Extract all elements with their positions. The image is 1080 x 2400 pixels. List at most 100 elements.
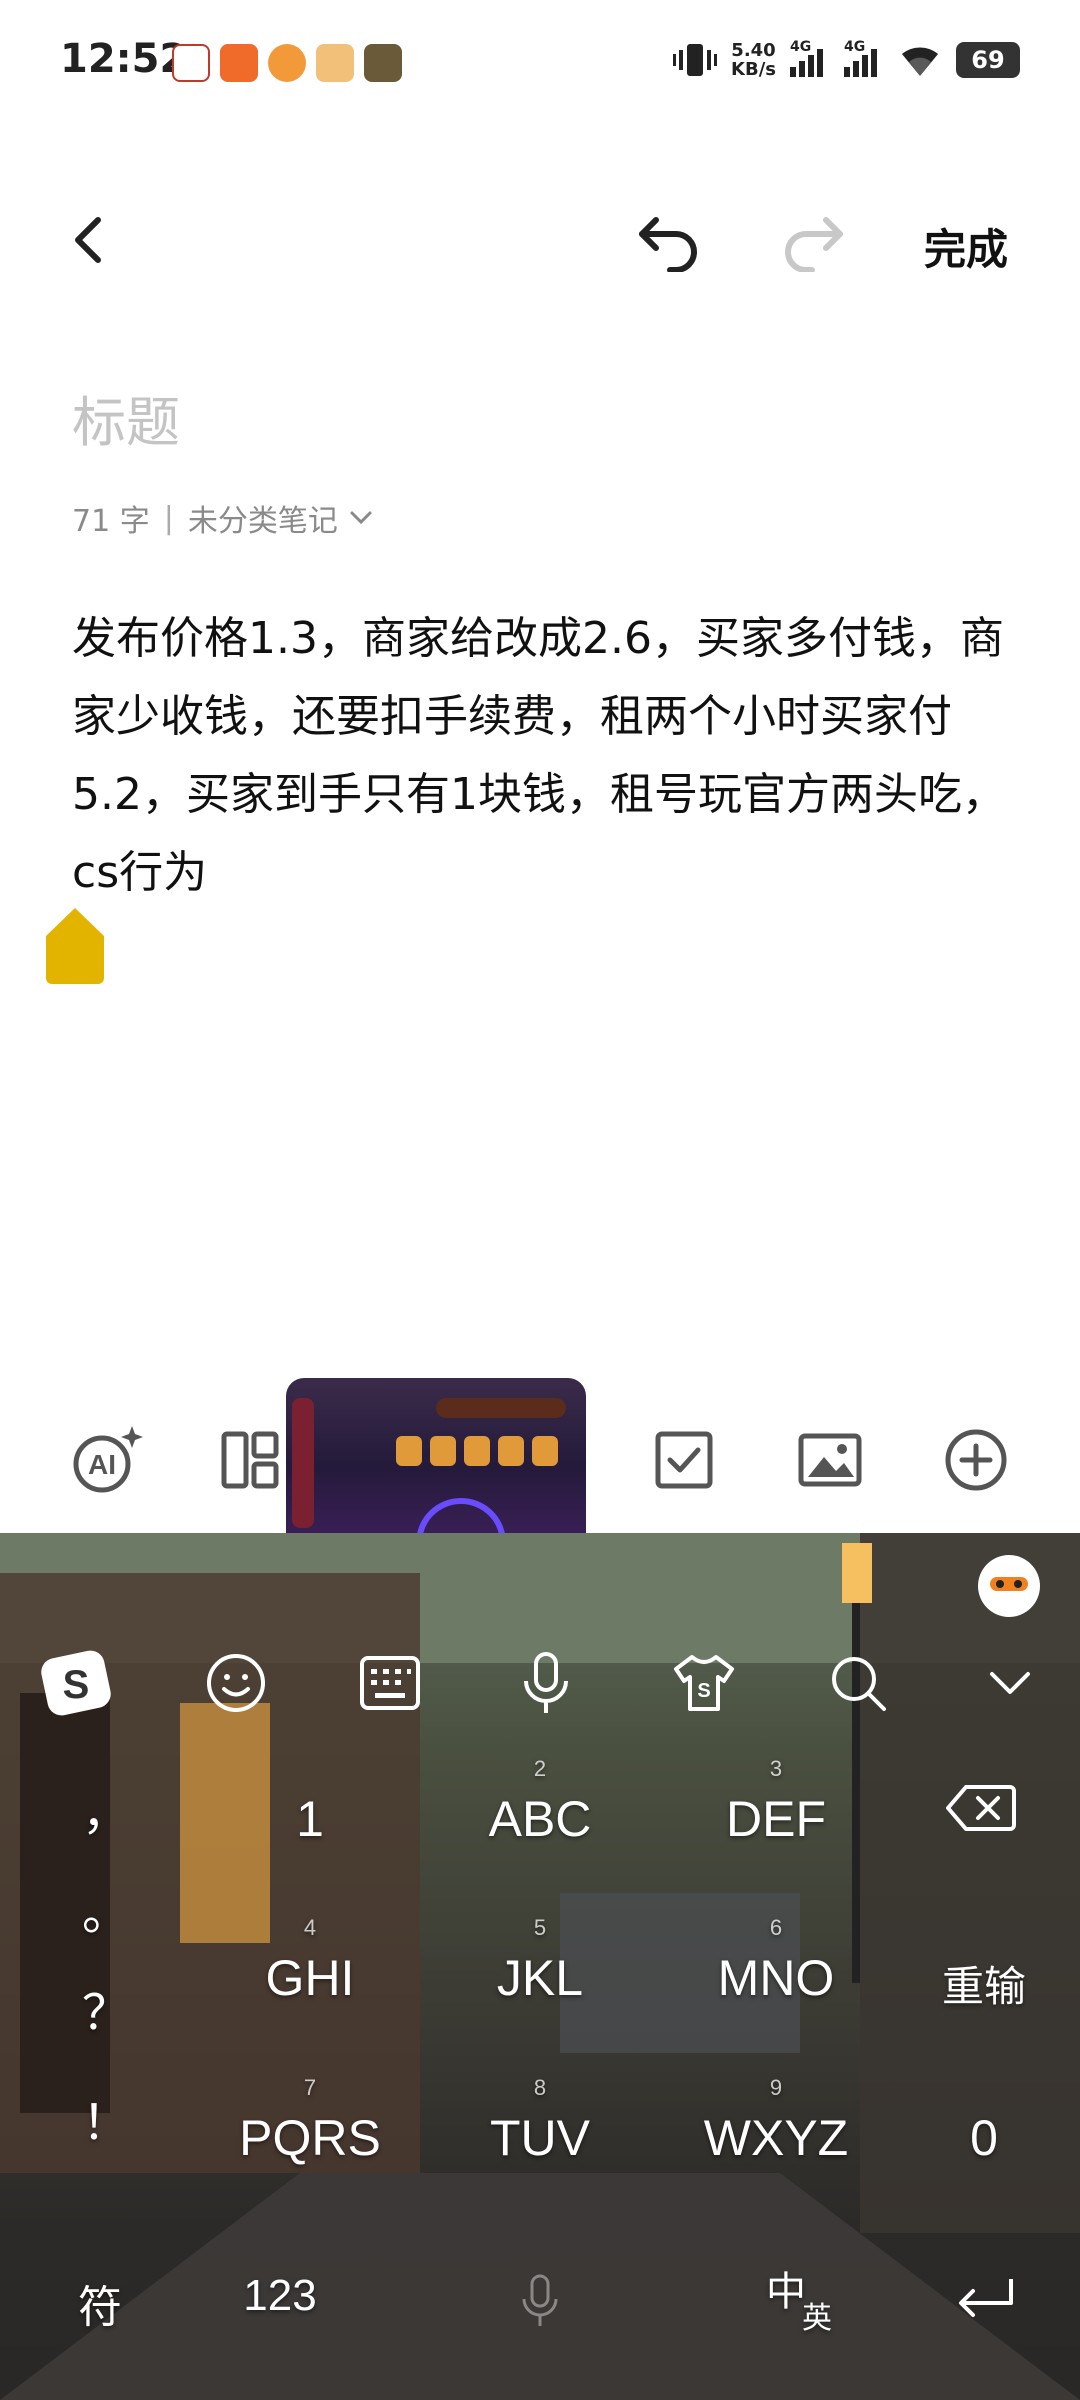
enter-icon xyxy=(959,2279,1013,2317)
key-number: 3 xyxy=(769,1756,783,1781)
key-1[interactable]: 1 xyxy=(240,1790,380,1848)
ime-keyboard: S S ， 。 ？ ！ 1 2 ABC 3 DEF 4 GHI 5 JKL 6 … xyxy=(0,1533,1080,2400)
punct-key-exclaim[interactable]: ！ xyxy=(82,2083,130,2153)
note-body-editor[interactable]: 发布价格1.3，商家给改成2.6，买家多付钱，商家少收钱，还要扣手续费，租两个小… xyxy=(72,600,1022,912)
key-label: TUV xyxy=(490,2110,590,2166)
status-indicators: 5.40 KB/s 4G 4G 69 xyxy=(673,39,1020,80)
microphone-icon xyxy=(524,1652,568,1713)
microphone-icon xyxy=(522,2274,558,2326)
key-label: DEF xyxy=(726,1791,826,1847)
insert-image-button[interactable] xyxy=(790,1420,870,1500)
sogou-logo-icon: S xyxy=(41,1650,111,1716)
keyboard-mascot-icon[interactable] xyxy=(976,1553,1042,1619)
redo-icon[interactable] xyxy=(776,208,848,272)
undo-icon[interactable] xyxy=(634,208,706,272)
key-ghi[interactable]: 4 GHI xyxy=(230,1915,390,2007)
key-label: ABC xyxy=(488,1791,592,1847)
chevron-down-icon xyxy=(990,1672,1030,1694)
punct-key-comma[interactable]: ， xyxy=(82,1773,130,1843)
key-number: 4 xyxy=(303,1915,317,1940)
keyboard-switch-button[interactable] xyxy=(350,1643,430,1723)
wifi-icon xyxy=(902,47,938,76)
key-label: 0 xyxy=(970,2110,998,2166)
key-label: PQRS xyxy=(239,2110,381,2166)
smiley-icon xyxy=(207,1654,265,1712)
svg-text:S: S xyxy=(697,1680,710,1702)
key-number: 8 xyxy=(533,2075,547,2100)
network-type-label: 4G xyxy=(790,39,812,55)
space-key[interactable] xyxy=(380,2253,700,2353)
ai-assistant-button[interactable]: AI xyxy=(66,1420,146,1500)
key-abc[interactable]: 2 ABC xyxy=(460,1756,620,1848)
battery-indicator: 69 xyxy=(956,42,1020,78)
sogou-notification-icon xyxy=(220,44,258,82)
chevron-down-icon[interactable] xyxy=(348,508,374,528)
network-type-label: 4G xyxy=(844,39,866,55)
punct-key-period[interactable]: 。 xyxy=(82,1873,130,1943)
ai-sparkle-icon: AI xyxy=(73,1426,143,1493)
layout-icon xyxy=(221,1431,279,1489)
key-number: 9 xyxy=(769,2075,783,2100)
keyboard-search-button[interactable] xyxy=(818,1643,898,1723)
signal-2-icon: 4G xyxy=(844,39,884,77)
search-icon xyxy=(832,1657,886,1711)
key-tuv[interactable]: 8 TUV xyxy=(460,2075,620,2167)
app-notification-icon xyxy=(172,44,210,82)
lang-main-label: 中 xyxy=(766,2270,806,2314)
signal-1-icon: 4G xyxy=(790,39,830,77)
skin-button[interactable]: S xyxy=(664,1643,744,1723)
back-arrow-icon[interactable] xyxy=(64,212,120,268)
key-label: 重输 xyxy=(941,1963,1026,2010)
punct-key-question[interactable]: ？ xyxy=(82,1973,130,2043)
done-button[interactable]: 完成 xyxy=(924,216,1008,277)
key-def[interactable]: 3 DEF xyxy=(696,1756,856,1848)
key-jkl[interactable]: 5 JKL xyxy=(460,1915,620,2007)
editor-top-bar: 完成 xyxy=(0,190,1080,290)
key-wxyz[interactable]: 9 WXYZ xyxy=(686,2075,866,2167)
status-bar: 12:52 5.40 KB/s 4G 4G 69 xyxy=(0,0,1080,130)
numbers-key[interactable]: 123 xyxy=(210,2271,350,2321)
language-switch-key[interactable]: 中 英 xyxy=(760,2259,860,2349)
vibrate-icon xyxy=(673,44,718,76)
tshirt-icon: S xyxy=(674,1655,734,1711)
key-label: WXYZ xyxy=(703,2110,849,2166)
keyboard-function-bar: S S xyxy=(0,1643,1080,1743)
word-count: 71 字 xyxy=(72,504,150,539)
key-mno[interactable]: 6 MNO xyxy=(696,1915,856,2007)
key-pqrs[interactable]: 7 PQRS xyxy=(220,2075,400,2167)
collapse-keyboard-button[interactable] xyxy=(970,1643,1050,1723)
lang-sub-label: 英 xyxy=(802,2302,832,2335)
key-number: 7 xyxy=(303,2075,317,2100)
key-label: GHI xyxy=(265,1950,355,2006)
add-more-button[interactable] xyxy=(936,1420,1016,1500)
keyboard-icon xyxy=(360,1656,420,1710)
editor-toolbar: AI xyxy=(0,1410,1080,1510)
status-time: 12:52 xyxy=(60,36,188,82)
symbols-key[interactable]: 符 xyxy=(60,2271,140,2335)
voice-input-button[interactable] xyxy=(506,1643,586,1723)
app-notification-icon xyxy=(268,44,306,82)
note-title-input[interactable]: 标题 xyxy=(72,378,180,457)
backspace-key[interactable] xyxy=(940,1783,1022,1853)
key-label: MNO xyxy=(717,1950,835,2006)
network-speed: 5.40 KB/s xyxy=(731,41,776,79)
key-number: 6 xyxy=(769,1915,783,1940)
network-speed-unit: KB/s xyxy=(731,59,776,80)
key-label: 1 xyxy=(296,1791,324,1847)
game-notification-icon xyxy=(364,44,402,82)
key-0[interactable]: 0 xyxy=(944,2109,1024,2167)
key-number: 5 xyxy=(533,1915,547,1940)
reinput-key[interactable]: 重输 xyxy=(924,1953,1044,2014)
enter-key[interactable] xyxy=(950,2273,1020,2333)
key-label: JKL xyxy=(496,1950,584,2006)
sogou-logo-button[interactable]: S xyxy=(36,1643,116,1723)
emoji-button[interactable] xyxy=(196,1643,276,1723)
category-selector[interactable]: 未分类笔记 xyxy=(188,496,338,540)
text-cursor-handle[interactable] xyxy=(44,906,106,986)
ai-label: AI xyxy=(88,1449,116,1480)
layout-template-button[interactable] xyxy=(210,1420,290,1500)
note-meta: 71 字 | 未分类笔记 xyxy=(72,496,374,540)
notification-icons xyxy=(172,44,402,82)
network-speed-value: 5.40 xyxy=(731,40,776,61)
checklist-button[interactable] xyxy=(644,1420,724,1500)
